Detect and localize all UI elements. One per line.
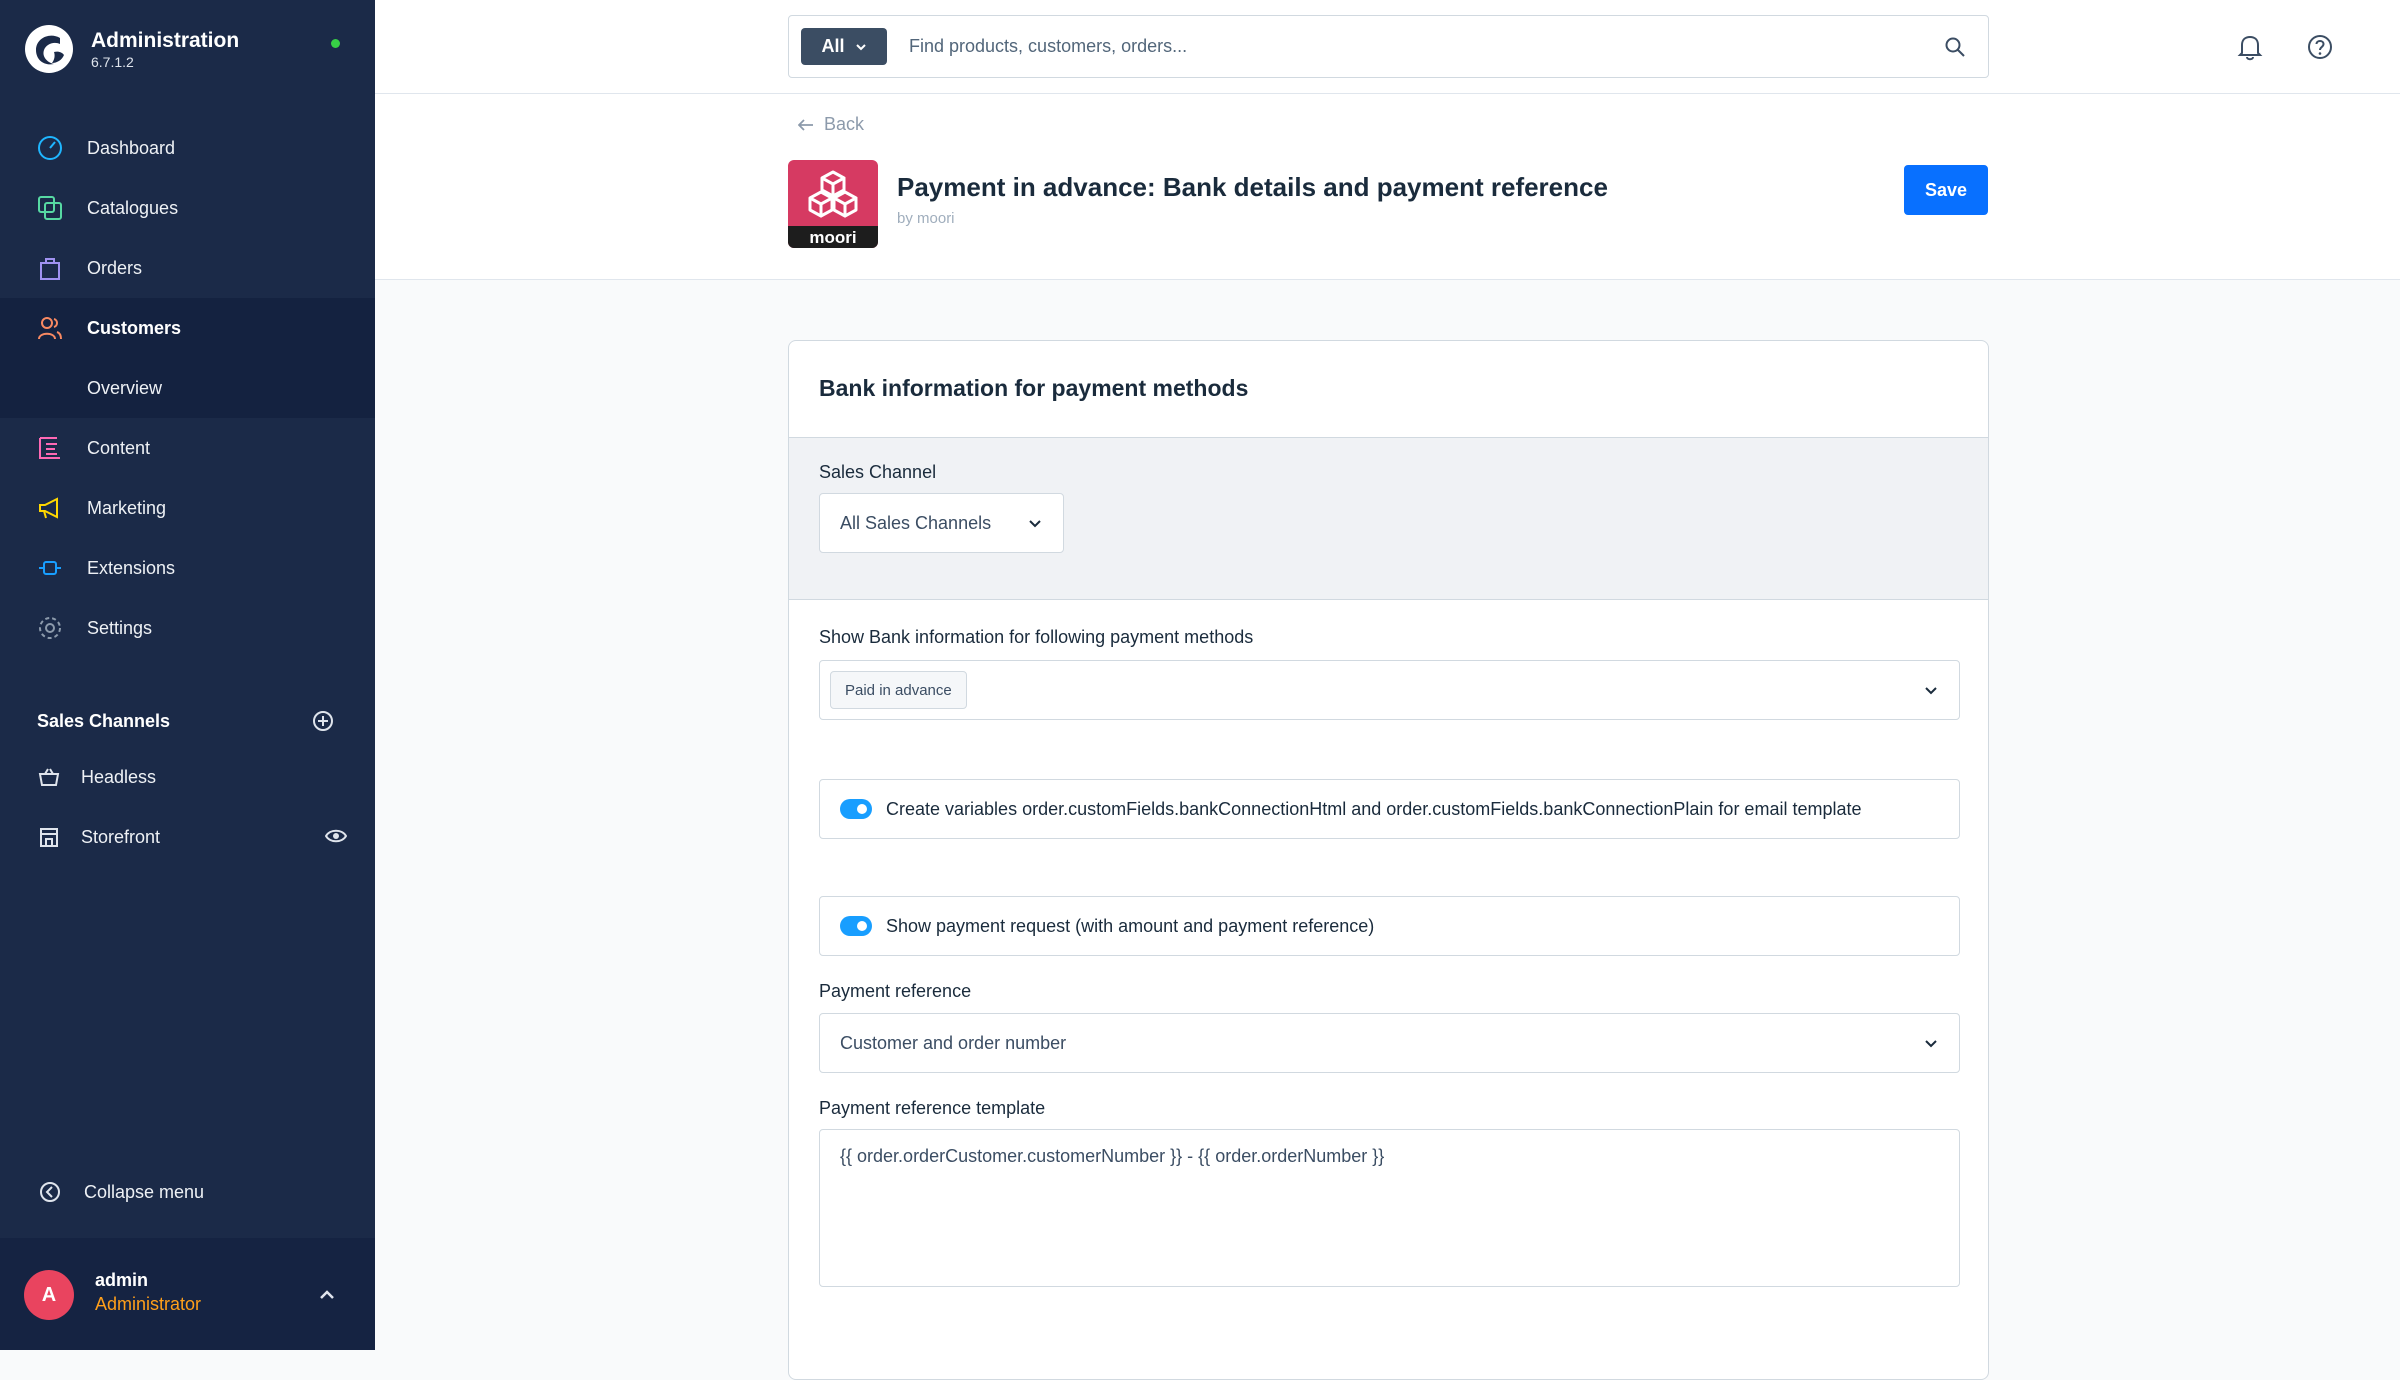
content-icon	[36, 434, 64, 462]
nav-item-content[interactable]: Content	[0, 418, 375, 478]
page-title: Payment in advance: Bank details and pay…	[897, 172, 1608, 202]
sales-channels-header: Sales Channels	[37, 706, 337, 736]
help-icon[interactable]	[2305, 32, 2335, 62]
sales-channel-value: All Sales Channels	[840, 512, 992, 533]
basket-icon	[37, 765, 61, 789]
search-type-dropdown[interactable]: All	[801, 28, 887, 65]
nav-item-marketing[interactable]: Marketing	[0, 478, 375, 538]
sidebar: Administration 6.7.1.2 Dashboard Catalog…	[0, 0, 375, 1350]
dashboard-icon	[36, 134, 64, 162]
user-menu[interactable]: A admin Administrator	[0, 1238, 375, 1350]
user-role: Administrator	[95, 1294, 202, 1314]
brand-title: Administration	[91, 29, 240, 52]
collapse-menu-button[interactable]: Collapse menu	[37, 1179, 204, 1205]
payment-request-switch[interactable]	[840, 916, 872, 936]
sales-channels-title: Sales Channels	[37, 710, 171, 731]
sales-channel-label: Storefront	[81, 826, 161, 847]
create-variables-toggle-field: Create variables order.customFields.bank…	[819, 779, 1960, 839]
nav-item-settings[interactable]: Settings	[0, 598, 375, 658]
chevron-down-icon	[1029, 520, 1041, 528]
eye-icon[interactable]	[325, 827, 347, 845]
add-sales-channel-icon[interactable]	[312, 710, 334, 732]
nav-label: Orders	[87, 257, 143, 278]
chevron-down-icon	[855, 43, 866, 50]
nav-item-orders[interactable]: Orders	[0, 238, 375, 298]
settings-icon	[36, 614, 64, 642]
catalogue-icon	[36, 194, 64, 222]
payment-methods-multiselect[interactable]: Paid in advance	[819, 660, 1960, 720]
payment-reference-value: Customer and order number	[840, 1032, 1067, 1053]
orders-icon	[36, 254, 64, 282]
chevron-down-icon	[1925, 1040, 1937, 1048]
create-variables-label: Create variables order.customFields.bank…	[886, 798, 1862, 819]
online-status-dot	[331, 39, 340, 48]
shopware-logo-icon	[25, 25, 73, 73]
avatar: A	[24, 1270, 74, 1320]
nav-item-extensions[interactable]: Extensions	[0, 538, 375, 598]
collapse-arrow-icon	[37, 1179, 63, 1205]
payment-methods-label: Show Bank information for following paym…	[819, 627, 1254, 647]
nav-label: Extensions	[87, 557, 176, 578]
sales-channel-section: Sales Channel All Sales Channels	[789, 438, 1988, 600]
nav-label: Dashboard	[87, 137, 176, 158]
global-search: All	[788, 15, 1989, 78]
marketing-icon	[36, 494, 64, 522]
chevron-up-icon[interactable]	[316, 1284, 338, 1306]
search-input[interactable]	[907, 35, 1907, 58]
nav-item-customers[interactable]: Customers	[0, 298, 375, 358]
payment-reference-select[interactable]: Customer and order number	[819, 1013, 1960, 1073]
search-icon[interactable]	[1944, 36, 1966, 58]
nav-sub-item-overview[interactable]: Overview	[0, 358, 375, 418]
brand[interactable]: Administration 6.7.1.2	[24, 24, 239, 74]
back-label: Back	[824, 114, 865, 134]
user-name: admin	[95, 1270, 149, 1290]
sales-channel-select[interactable]: All Sales Channels	[819, 493, 1064, 553]
payment-request-toggle-field: Show payment request (with amount and pa…	[819, 896, 1960, 956]
nav-label: Catalogues	[87, 197, 179, 218]
nav-label: Customers	[87, 317, 182, 338]
sales-channel-label: Sales Channel	[819, 462, 937, 482]
payment-reference-template-label: Payment reference template	[819, 1098, 1046, 1118]
nav-item-dashboard[interactable]: Dashboard	[0, 118, 375, 178]
storefront-icon	[37, 825, 61, 849]
page-subtitle: by moori	[897, 210, 955, 227]
nav-label: Marketing	[87, 497, 167, 518]
bank-information-card: Bank information for payment methods Sal…	[788, 340, 1989, 1380]
nav-label: Settings	[87, 617, 153, 638]
create-variables-switch[interactable]	[840, 799, 872, 819]
chevron-down-icon	[1925, 687, 1937, 695]
page-header: Back moori Payment in advance: Bank deta…	[375, 94, 2400, 280]
payment-reference-template-textarea[interactable]: {{ order.orderCustomer.customerNumber }}…	[819, 1129, 1960, 1287]
payment-request-label: Show payment request (with amount and pa…	[886, 915, 1375, 936]
main-nav: Dashboard Catalogues Orders Customers Ov…	[0, 118, 375, 658]
sales-channel-headless[interactable]: Headless	[37, 757, 337, 797]
nav-label: Content	[87, 437, 151, 458]
brand-version: 6.7.1.2	[91, 54, 134, 70]
nav-item-catalogues[interactable]: Catalogues	[0, 178, 375, 238]
payment-reference-label: Payment reference	[819, 981, 972, 1001]
extension-logo-text: moori	[809, 228, 856, 247]
save-button[interactable]: Save	[1904, 165, 1988, 215]
customers-icon	[36, 314, 64, 342]
notification-bell-icon[interactable]	[2235, 32, 2265, 62]
top-bar: All	[375, 0, 2400, 94]
arrow-left-icon	[798, 118, 813, 131]
extensions-icon	[36, 554, 64, 582]
extension-logo: moori	[788, 160, 878, 248]
sales-channel-storefront[interactable]: Storefront	[37, 817, 347, 857]
search-type-label: All	[821, 36, 845, 56]
sales-channel-label: Headless	[81, 766, 157, 787]
card-title: Bank information for payment methods	[819, 375, 1249, 401]
collapse-label: Collapse menu	[84, 1181, 205, 1202]
payment-method-tag[interactable]: Paid in advance	[830, 671, 967, 709]
back-link[interactable]: Back	[798, 114, 864, 135]
